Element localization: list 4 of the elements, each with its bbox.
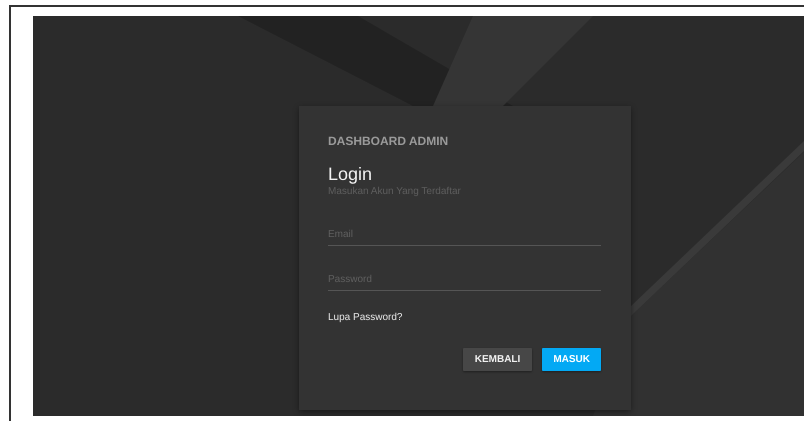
back-button[interactable]: KEMBALI (462, 348, 532, 371)
forgot-password-link[interactable]: Lupa Password? (328, 312, 402, 323)
brand-title: DASHBOARD ADMIN (328, 134, 450, 148)
login-heading: Login (328, 164, 374, 184)
